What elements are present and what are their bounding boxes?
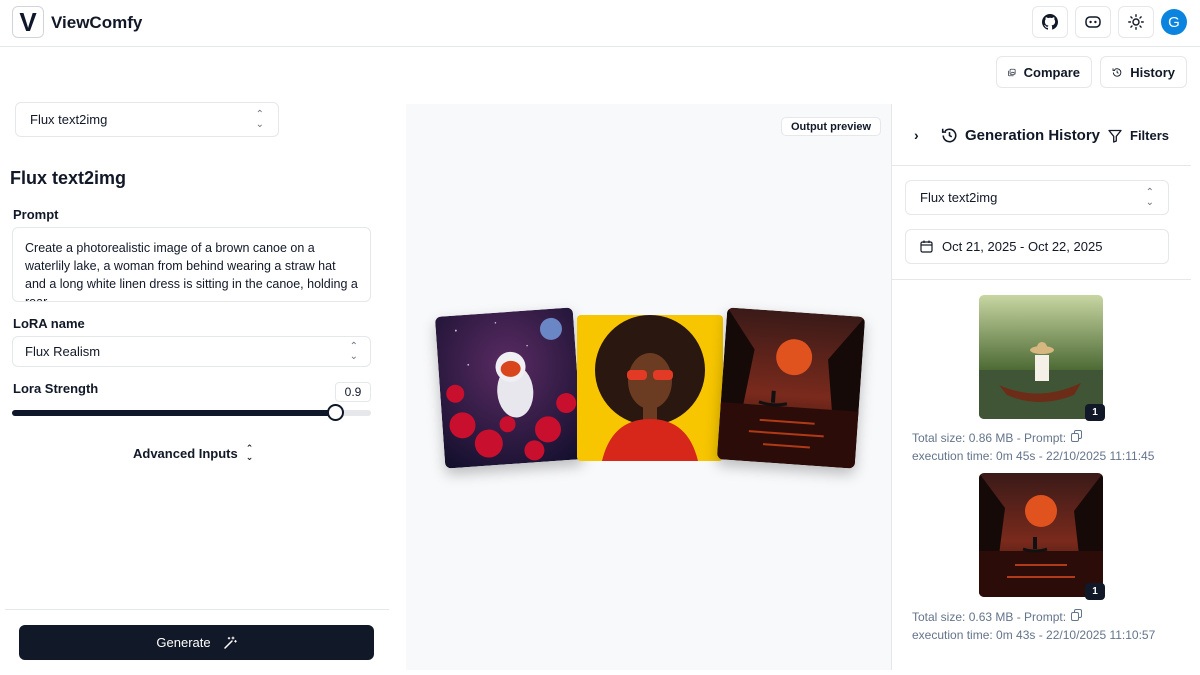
strength-slider-fill [12, 410, 336, 416]
prompt-textarea[interactable]: Create a photorealistic image of a brown… [12, 227, 371, 302]
chevron-updown-icon: ⌃ ⌄ [255, 108, 264, 130]
date-range-value: Oct 21, 2025 - Oct 22, 2025 [942, 239, 1103, 254]
chevron-updown-icon: ⌃ ⌄ [349, 340, 358, 362]
left-divider [5, 609, 389, 610]
form-title: Flux text2img [10, 168, 127, 188]
user-avatar[interactable]: G [1161, 9, 1187, 35]
canoe-lake-image [979, 295, 1103, 419]
history-workflow-value: Flux text2img [920, 190, 998, 205]
moon-lake-image [979, 473, 1103, 597]
collapse-chevron-icon[interactable]: › [914, 127, 919, 143]
image-count-badge: 1 [1085, 404, 1105, 421]
advanced-inputs-label: Advanced Inputs [133, 445, 238, 461]
history-item-meta: Total size: 0.86 MB - Prompt: execution … [912, 429, 1154, 465]
moon-lake-image-card[interactable] [716, 307, 866, 469]
strength-slider-track[interactable] [12, 410, 371, 416]
history-button[interactable]: History [1100, 56, 1187, 88]
magic-wand-icon [223, 635, 237, 649]
theme-toggle-button[interactable] [1118, 6, 1154, 38]
discord-icon [1085, 16, 1101, 28]
output-preview-badge: Output preview [781, 117, 882, 136]
avatar-letter: G [1168, 13, 1180, 31]
calendar-icon [920, 240, 933, 253]
strength-value[interactable]: 0.9 [335, 382, 371, 402]
moon-lake-image [716, 307, 866, 469]
app-logo[interactable]: V [12, 6, 44, 38]
history-icon [941, 128, 957, 143]
filter-icon [1108, 129, 1122, 143]
chevron-updown-icon: ⌃ ⌄ [1145, 186, 1154, 208]
logo-letter: V [19, 7, 37, 37]
image-count-badge: 1 [1085, 583, 1105, 600]
gallery-icon [1008, 68, 1016, 76]
history-icon [1112, 67, 1122, 77]
history-size-line: Total size: 0.63 MB - Prompt: [912, 610, 1067, 624]
history-item-meta: Total size: 0.63 MB - Prompt: execution … [912, 608, 1155, 644]
lora-select-value: Flux Realism [25, 344, 101, 359]
afro-portrait-card[interactable] [577, 315, 723, 461]
advanced-inputs-toggle[interactable]: Advanced Inputs ⌃ ⌄ [133, 444, 253, 462]
history-label: History [1130, 64, 1175, 80]
filters-label: Filters [1130, 128, 1170, 143]
sun-icon [1128, 14, 1144, 30]
prompt-label: Prompt [13, 207, 59, 222]
github-icon [1042, 14, 1058, 30]
discord-button[interactable] [1075, 6, 1111, 38]
lora-select[interactable]: Flux Realism ⌃ ⌄ [12, 336, 371, 367]
filters-button[interactable]: Filters [1108, 128, 1169, 143]
app-name: ViewComfy [51, 13, 143, 32]
history-title: Generation History [965, 127, 1101, 144]
copy-prompt-icon[interactable] [1071, 609, 1083, 621]
chevron-updown-icon: ⌃ ⌄ [245, 443, 254, 462]
history-time-line: execution time: 0m 43s - 22/10/2025 11:1… [912, 628, 1156, 642]
history-workflow-select[interactable]: Flux text2img ⌃ ⌄ [905, 180, 1169, 215]
astronaut-image [434, 307, 584, 469]
history-thumbnail[interactable] [979, 473, 1103, 597]
afro-portrait-image [577, 315, 723, 461]
generate-label: Generate [156, 635, 211, 650]
strength-label: Lora Strength [13, 381, 99, 396]
history-size-line: Total size: 0.86 MB - Prompt: [912, 431, 1067, 445]
history-divider [891, 279, 1191, 280]
workflow-select-value: Flux text2img [30, 112, 108, 127]
astronaut-image-card[interactable] [434, 307, 584, 469]
history-thumbnail[interactable] [979, 295, 1103, 419]
compare-label: Compare [1023, 64, 1080, 80]
lora-label: LoRA name [13, 316, 85, 331]
strength-slider-thumb[interactable] [326, 404, 344, 421]
copy-prompt-icon[interactable] [1071, 430, 1083, 442]
compare-button[interactable]: Compare [996, 56, 1092, 88]
history-time-line: execution time: 0m 45s - 22/10/2025 11:1… [912, 449, 1155, 463]
date-range-picker[interactable]: Oct 21, 2025 - Oct 22, 2025 [905, 229, 1169, 264]
github-button[interactable] [1032, 6, 1068, 38]
top-bar [0, 0, 1200, 47]
generate-button[interactable]: Generate [19, 625, 374, 660]
workflow-select[interactable]: Flux text2img ⌃ ⌄ [15, 102, 279, 137]
